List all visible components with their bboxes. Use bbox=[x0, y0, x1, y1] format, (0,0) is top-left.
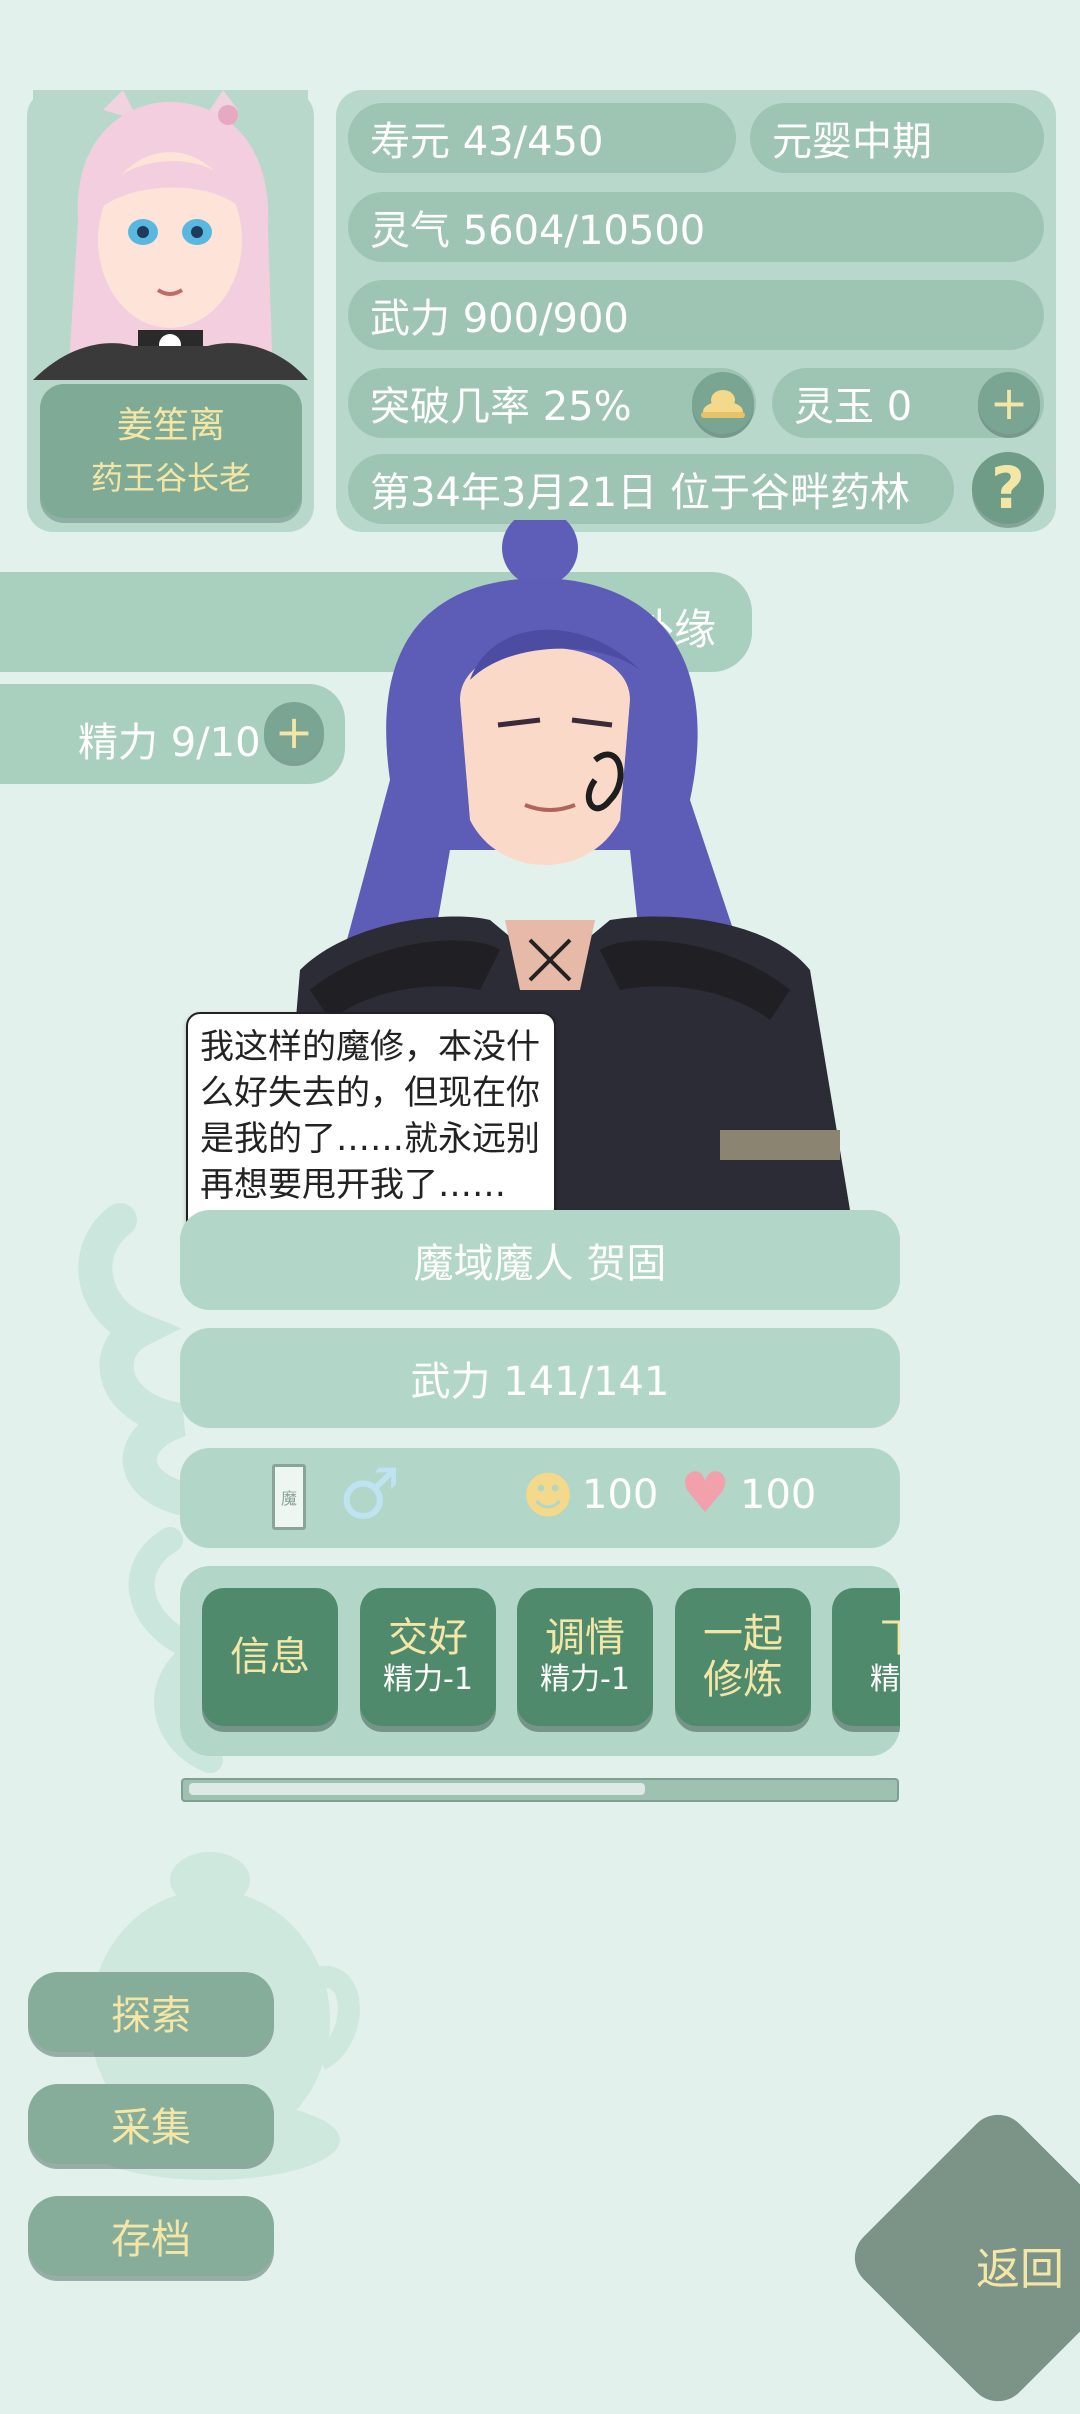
dialogue-text: 我这样的魔修，本没什么好失去的，但现在你是我的了……就永远别再想要甩开我了…… bbox=[200, 1027, 540, 1205]
action-buttons-panel: 信息 交好 精力-1 调情 精力-1 一起修炼 下 精力 bbox=[180, 1566, 900, 1756]
breakthrough-label: 突破几率 25% bbox=[370, 384, 632, 430]
player-name: 姜笙离 bbox=[116, 405, 225, 446]
help-button[interactable]: ? bbox=[972, 452, 1044, 524]
spirit-qi-stat: 灵气 5604/10500 bbox=[348, 192, 1044, 262]
spirit-jade-label: 灵玉 0 bbox=[794, 384, 913, 430]
player-portrait[interactable] bbox=[33, 90, 308, 380]
add-spirit-jade-button[interactable]: + bbox=[978, 372, 1040, 434]
lifespan-stat: 寿元 43/450 bbox=[348, 103, 736, 173]
partial-action-cost: 精力 bbox=[870, 1662, 900, 1697]
player-name-plate[interactable]: 姜笙离 药王谷长老 bbox=[40, 384, 302, 518]
scrollbar-thumb[interactable] bbox=[189, 1783, 645, 1795]
heart-icon: ♥ bbox=[680, 1461, 731, 1526]
back-label: 返回 bbox=[976, 2244, 1064, 2295]
befriend-cost: 精力-1 bbox=[383, 1662, 473, 1697]
martial-stat: 武力 900/900 bbox=[348, 280, 1044, 350]
mood-icon: ☻ bbox=[522, 1467, 575, 1525]
player-title: 药王谷长老 bbox=[90, 459, 251, 497]
info-label: 信息 bbox=[230, 1634, 310, 1680]
partial-action-button[interactable]: 下 精力 bbox=[832, 1588, 900, 1726]
action-scrollbar[interactable] bbox=[181, 1778, 899, 1802]
breakthrough-button[interactable] bbox=[692, 372, 754, 434]
info-button[interactable]: 信息 bbox=[202, 1588, 338, 1726]
plus-icon: + bbox=[989, 376, 1029, 430]
npc-name-bar: 魔域魔人 贺固 bbox=[180, 1210, 900, 1310]
card-glyph: 魔 bbox=[280, 1489, 297, 1508]
date-location-stat: 第34年3月21日 位于谷畔药林 bbox=[348, 454, 954, 524]
question-icon: ? bbox=[991, 454, 1025, 522]
flirt-button[interactable]: 调情 精力-1 bbox=[517, 1588, 653, 1726]
mood-value: 100 bbox=[582, 1472, 659, 1518]
gather-button[interactable]: 采集 bbox=[28, 2084, 274, 2164]
cultivate-together-label: 一起修炼 bbox=[703, 1611, 783, 1703]
dialogue-bubble: 我这样的魔修，本没什么好失去的，但现在你是我的了……就永远别再想要甩开我了…… bbox=[186, 1012, 556, 1240]
npc-status-bar: 魔 ♂ ☻ 100 ♥ 100 bbox=[180, 1448, 900, 1548]
golden-cloud-icon bbox=[701, 390, 745, 418]
energy-label: 精力 9/10 bbox=[78, 720, 261, 766]
cultivate-together-button[interactable]: 一起修炼 bbox=[675, 1588, 811, 1726]
explore-button[interactable]: 探索 bbox=[28, 1972, 274, 2052]
male-gender-icon: ♂ bbox=[338, 1453, 401, 1535]
befriend-button[interactable]: 交好 精力-1 bbox=[360, 1588, 496, 1726]
befriend-label: 交好 bbox=[388, 1615, 468, 1661]
flirt-cost: 精力-1 bbox=[540, 1662, 630, 1697]
npc-martial-bar: 武力 141/141 bbox=[180, 1328, 900, 1428]
identity-card-icon[interactable]: 魔 bbox=[272, 1464, 306, 1530]
save-button[interactable]: 存档 bbox=[28, 2196, 274, 2276]
affection-value: 100 bbox=[740, 1472, 817, 1518]
flirt-label: 调情 bbox=[545, 1615, 625, 1661]
realm-stat: 元婴中期 bbox=[750, 103, 1044, 173]
partial-action-label: 下 bbox=[832, 1615, 900, 1661]
